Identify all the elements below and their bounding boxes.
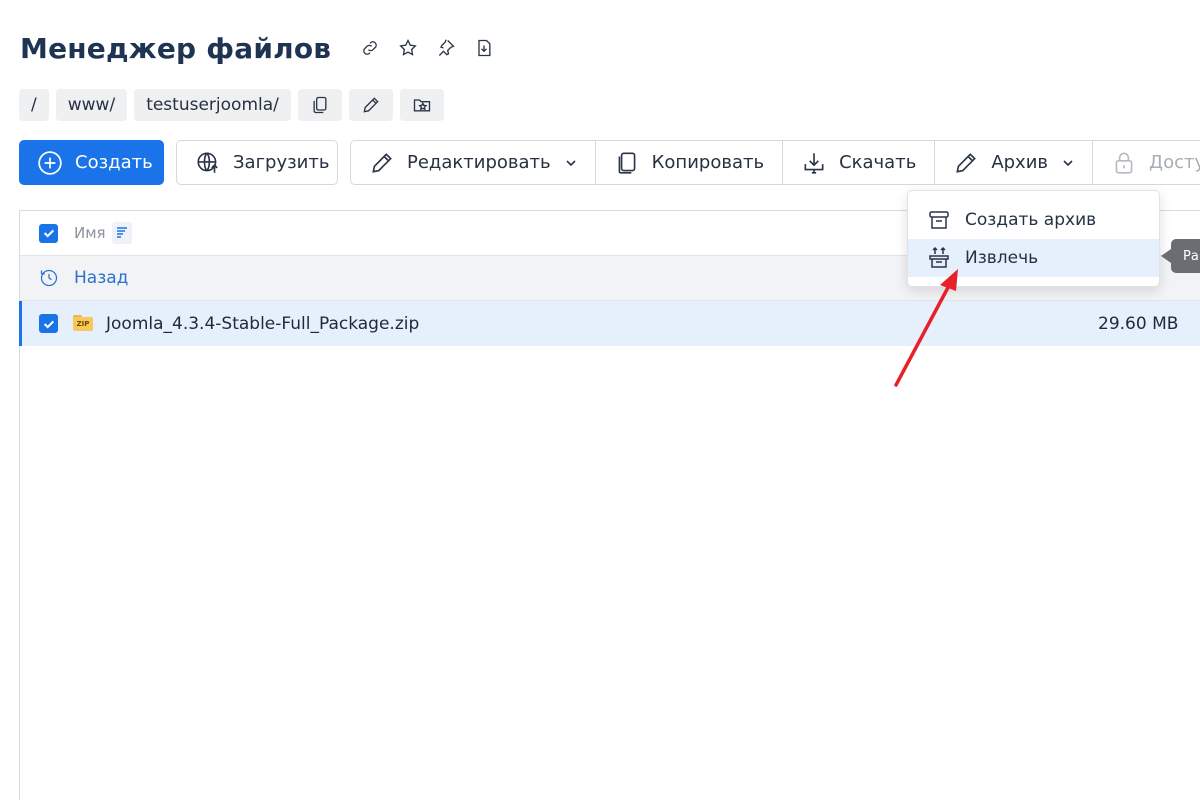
breadcrumb-www[interactable]: www/ (55, 89, 128, 121)
archive-button-label: Архив (991, 152, 1049, 173)
archive-box-icon (929, 211, 949, 229)
sort-icon[interactable] (111, 222, 132, 244)
tooltip: Ра (1171, 239, 1200, 273)
copy-path-button[interactable] (297, 89, 342, 121)
plus-circle-icon (38, 150, 62, 175)
download-button-label: Скачать (839, 152, 917, 173)
select-all-checkbox[interactable] (39, 223, 58, 243)
favorite-path-button[interactable] (399, 89, 444, 121)
upload-button[interactable]: Загрузить (176, 140, 338, 185)
copy-icon (618, 151, 636, 174)
menu-item-create-archive[interactable]: Создать архив (908, 201, 1159, 239)
pin-icon[interactable] (435, 37, 457, 59)
download-button[interactable]: Скачать (783, 141, 936, 184)
folder-star-icon (413, 99, 431, 112)
create-button[interactable]: Создать (19, 140, 164, 185)
menu-item-label: Создать архив (965, 210, 1097, 230)
copy-button[interactable]: Копировать (596, 141, 784, 184)
title-actions (359, 37, 495, 59)
copy-icon (313, 96, 327, 114)
upload-button-label: Загрузить (233, 152, 330, 173)
lock-icon (1115, 151, 1133, 174)
file-actions-group: Редактировать Копировать Скачать Архив Д… (350, 140, 1200, 185)
download-icon (804, 152, 824, 174)
star-icon[interactable] (397, 37, 419, 59)
pencil-icon (363, 97, 379, 113)
copy-button-label: Копировать (651, 152, 765, 173)
link-icon[interactable] (359, 37, 381, 59)
access-button[interactable]: Доступ (1093, 141, 1200, 184)
create-button-label: Создать (75, 152, 153, 173)
column-header-name[interactable]: Имя (74, 224, 106, 242)
pencil-icon (372, 152, 392, 173)
check-icon (43, 320, 54, 329)
chevron-down-icon (1063, 159, 1073, 166)
edit-path-button[interactable] (348, 89, 393, 121)
tooltip-arrow (1161, 249, 1171, 263)
edit-button-label: Редактировать (407, 152, 551, 173)
breadcrumb-testuserjoomla[interactable]: testuserjoomla/ (134, 89, 291, 121)
toolbar: Создать Загрузить Редактировать Копирова… (19, 140, 1200, 185)
pencil-icon (956, 152, 977, 173)
chevron-down-icon (566, 159, 576, 166)
download-file-icon[interactable] (473, 37, 495, 59)
back-label: Назад (74, 268, 129, 288)
menu-item-label: Извлечь (965, 248, 1039, 268)
check-icon (43, 229, 54, 238)
edit-button[interactable]: Редактировать (351, 141, 596, 184)
zip-icon-text: ZIP (76, 319, 90, 328)
globe-upload-icon (197, 151, 218, 173)
breadcrumb: / www/ testuserjoomla/ (19, 89, 444, 121)
access-button-label: Доступ (1149, 152, 1200, 173)
page-title: Менеджер файлов (20, 31, 332, 65)
breadcrumb-root[interactable]: / (19, 89, 49, 121)
file-size: 29.60 MB (1098, 313, 1179, 334)
table-row[interactable]: ZIP Joomla_4.3.4-Stable-Full_Package.zip… (19, 301, 1200, 346)
archive-button[interactable]: Архив (935, 141, 1094, 184)
history-icon (40, 269, 58, 287)
file-list: Имя Назад ZIP Joomla_4.3.4-Stable-Full_P… (19, 210, 1200, 800)
annotation-arrow-icon (894, 269, 958, 387)
zip-file-icon: ZIP (73, 314, 93, 333)
page-header: Менеджер файлов (20, 28, 495, 68)
row-checkbox[interactable] (39, 314, 58, 333)
file-name[interactable]: Joomla_4.3.4-Stable-Full_Package.zip (106, 314, 419, 334)
